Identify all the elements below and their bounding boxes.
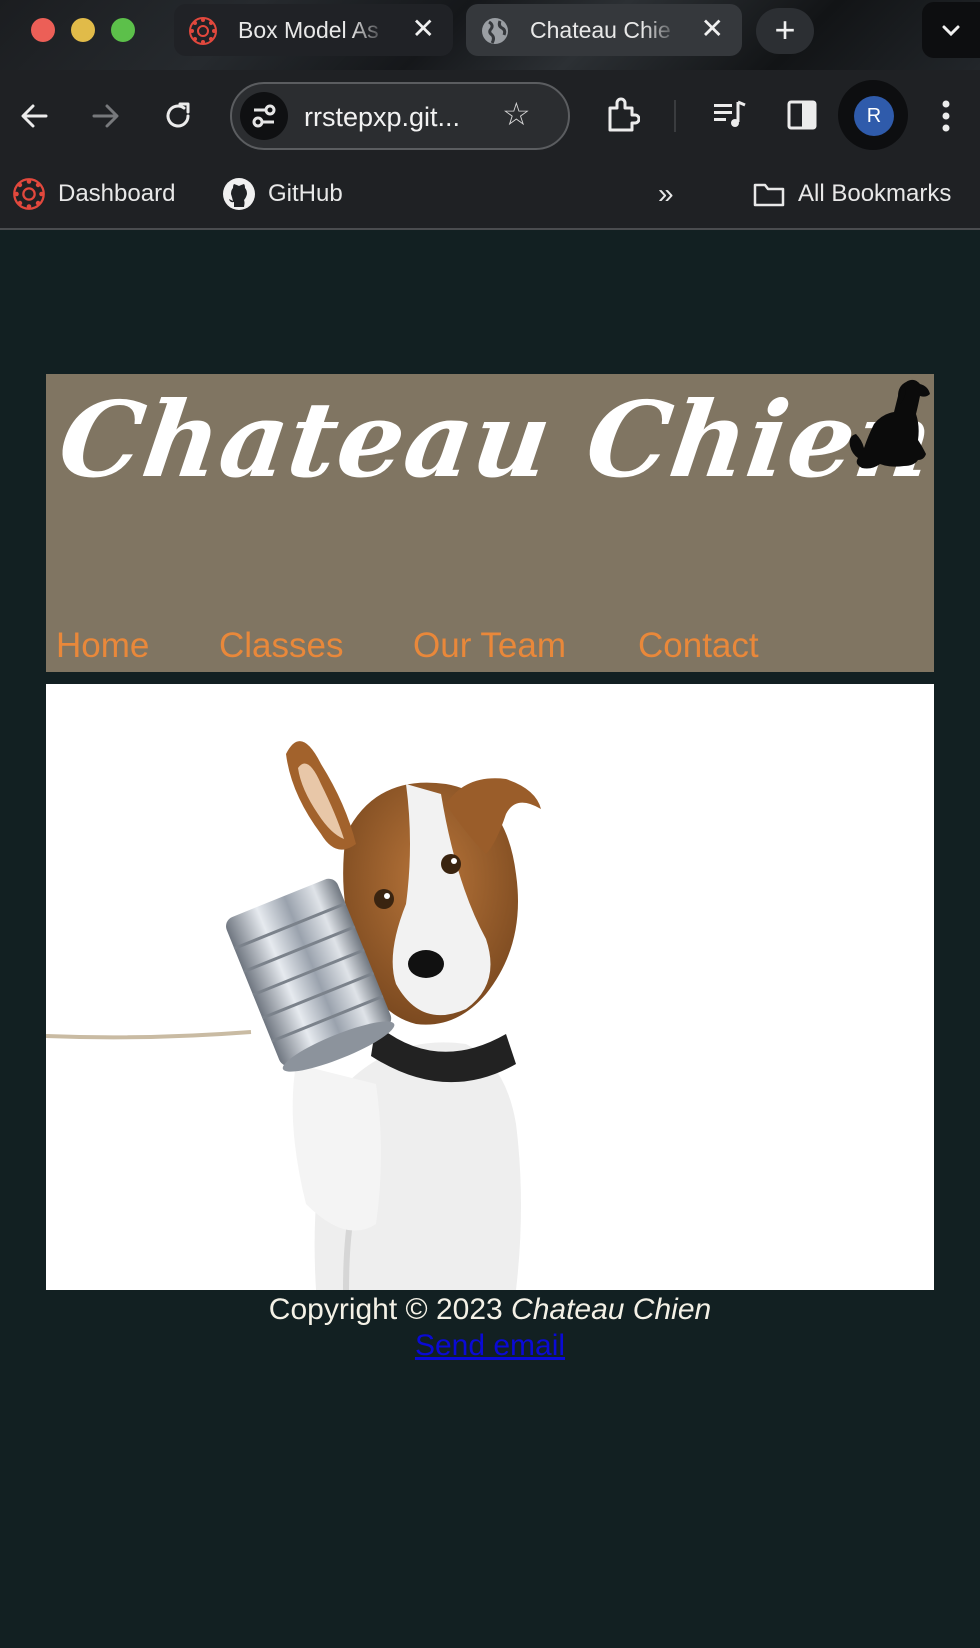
chevron-down-icon: [942, 25, 960, 37]
nav-link-contact[interactable]: Contact: [638, 626, 759, 666]
close-tab-icon[interactable]: ✕: [701, 15, 724, 43]
url-text: rrstepxp.git...: [304, 102, 461, 132]
address-bar[interactable]: rrstepxp.git... ☆: [230, 82, 570, 150]
nav-link-classes[interactable]: Classes: [219, 626, 343, 666]
globe-icon: [482, 18, 508, 44]
copyright-brand: Chateau Chien: [511, 1293, 712, 1326]
bookmark-github[interactable]: GitHub: [222, 176, 343, 212]
tab-chateau-chien[interactable]: Chateau Chie ✕: [466, 4, 742, 56]
more-bookmarks-button[interactable]: »: [658, 176, 674, 212]
site-info-button[interactable]: [240, 92, 288, 140]
tab-strip: Box Model As ✕ Chateau Chie ✕ +: [0, 0, 980, 70]
all-bookmarks-button[interactable]: All Bookmarks: [752, 176, 951, 212]
tab-search-button[interactable]: [922, 2, 980, 58]
maximize-window-button[interactable]: [111, 18, 135, 42]
nav-link-our-team[interactable]: Our Team: [413, 626, 566, 666]
copyright-text: Copyright © 2023 Chateau Chien: [0, 1292, 980, 1328]
side-panel-icon[interactable]: [786, 98, 818, 132]
forward-icon[interactable]: [90, 101, 122, 131]
dog-holding-tin-can-phone-image: [46, 741, 541, 1290]
copyright-prefix: Copyright © 2023: [268, 1293, 503, 1326]
new-tab-button[interactable]: +: [756, 8, 814, 54]
bookmark-label: Dashboard: [58, 180, 176, 207]
extensions-icon[interactable]: [604, 96, 640, 134]
tab-title: Box Model As: [238, 17, 379, 43]
canvas-logo-icon: [189, 17, 217, 45]
bookmark-label: All Bookmarks: [798, 180, 952, 207]
close-window-button[interactable]: [31, 18, 55, 42]
send-email-link[interactable]: Send email: [415, 1328, 565, 1364]
avatar[interactable]: R: [854, 96, 894, 136]
github-icon: [223, 178, 255, 210]
nav-link-home[interactable]: Home: [56, 626, 149, 666]
site-footer: Copyright © 2023 Chateau Chien Send emai…: [0, 1292, 980, 1364]
media-queue-icon[interactable]: [712, 98, 748, 132]
back-icon[interactable]: [18, 101, 50, 131]
tab-box-model[interactable]: Box Model As ✕: [174, 4, 453, 56]
toolbar-divider: [674, 100, 676, 132]
minimize-window-button[interactable]: [71, 18, 95, 42]
bookmark-dashboard[interactable]: Dashboard: [12, 176, 175, 212]
bookmark-label: GitHub: [268, 180, 343, 207]
more-menu-icon[interactable]: [938, 98, 954, 134]
canvas-logo-icon: [13, 178, 45, 210]
bookmarks-bar: Dashboard GitHub » All Bookmarks: [0, 162, 980, 230]
folder-icon: [753, 183, 785, 207]
site-header: Chateau Chien Home Classes Our Team Cont…: [46, 374, 934, 672]
tab-title: Chateau Chie: [530, 17, 671, 43]
bookmark-star-icon[interactable]: ☆: [502, 98, 531, 130]
tune-icon: [252, 104, 276, 128]
hero-image: [46, 684, 934, 1290]
site-title: Chateau Chien: [52, 378, 934, 501]
close-tab-icon[interactable]: ✕: [412, 15, 435, 43]
double-chevron-right-icon: »: [658, 178, 674, 209]
toolbar: rrstepxp.git... ☆ R: [0, 70, 980, 162]
reload-icon[interactable]: [162, 100, 194, 132]
dog-silhouette-logo: [849, 379, 930, 469]
